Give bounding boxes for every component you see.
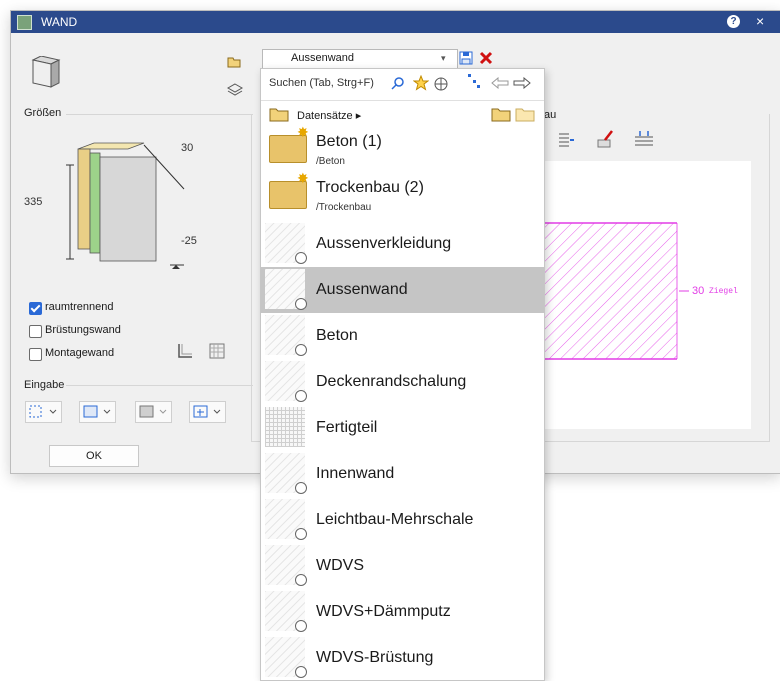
new-star-icon: ✸ bbox=[297, 124, 309, 140]
favorite-star-icon[interactable] bbox=[412, 74, 430, 91]
popup-divider bbox=[261, 100, 544, 101]
wall-type-icon bbox=[31, 55, 61, 88]
folder-icon: ✸ bbox=[269, 124, 309, 163]
list-item-label: Innenwand bbox=[316, 465, 395, 482]
globe-icon bbox=[295, 298, 307, 310]
list-item-label: Aussenwand bbox=[316, 281, 408, 298]
arrow-right-icon[interactable] bbox=[513, 76, 531, 90]
globe-icon bbox=[295, 620, 307, 632]
search-input[interactable]: Suchen (Tab, Strg+F) bbox=[269, 77, 374, 89]
globe-icon bbox=[295, 252, 307, 264]
list-item-aussenwand[interactable]: Aussenwand bbox=[261, 267, 544, 313]
tree-structure-icon[interactable] bbox=[467, 73, 481, 89]
bruestungswand-checkbox[interactable] bbox=[29, 325, 42, 338]
raumtrennend-checkbox[interactable] bbox=[29, 302, 42, 315]
list-item-label: Deckenrandschalung bbox=[316, 373, 467, 390]
folder-up-icon[interactable] bbox=[515, 106, 535, 122]
layers-icon[interactable] bbox=[226, 83, 244, 97]
folder-icon: ✸ bbox=[269, 170, 309, 209]
help-button[interactable]: ? bbox=[727, 15, 740, 28]
globe-icon bbox=[295, 344, 307, 356]
ok-button[interactable]: OK bbox=[49, 445, 139, 467]
input-mode-dropdown-4[interactable] bbox=[189, 401, 226, 423]
title-bar: WAND ? × bbox=[11, 11, 780, 33]
list-item-label: WDVS bbox=[316, 557, 364, 574]
checkbox-montagewand[interactable]: Montagewand bbox=[29, 347, 149, 361]
globe-icon bbox=[295, 574, 307, 586]
app-icon bbox=[17, 15, 32, 30]
layers-edit-icon[interactable] bbox=[633, 129, 655, 149]
eingabe-divider bbox=[66, 385, 253, 386]
list-item-label: Beton bbox=[316, 327, 358, 344]
list-item-deckenrandschalung[interactable]: Deckenrandschalung bbox=[261, 359, 544, 405]
material-thumbnail bbox=[265, 407, 305, 447]
montagewand-checkbox[interactable] bbox=[29, 348, 42, 361]
list-item-label: Fertigteil bbox=[316, 419, 378, 436]
list-item-label: WDVS+Dämmputz bbox=[316, 603, 451, 620]
folder-row-trockenbau[interactable]: ✸ Trockenbau (2) /Trockenbau bbox=[261, 170, 544, 221]
groessen-label: Größen bbox=[24, 107, 62, 119]
wall-layer-diagram bbox=[66, 141, 206, 271]
globe-icon[interactable] bbox=[433, 75, 449, 91]
checkbox-bruestungswand[interactable]: Brüstungswand bbox=[29, 324, 149, 338]
globe-icon bbox=[295, 390, 307, 402]
search-icon[interactable] bbox=[391, 76, 405, 90]
list-item-innenwand[interactable]: Innenwand bbox=[261, 451, 544, 497]
list-item-aussenverkleidung[interactable]: Aussenverkleidung bbox=[261, 221, 544, 267]
breadcrumb[interactable]: Datensätze ▸ bbox=[297, 109, 361, 122]
eingabe-label: Eingabe bbox=[24, 379, 65, 391]
list-item-label: Leichtbau-Mehrschale bbox=[316, 511, 474, 528]
list-item-label: WDVS-Brüstung bbox=[316, 649, 434, 666]
folder-name: Trockenbau (2) bbox=[316, 179, 424, 196]
paint-icon[interactable] bbox=[595, 129, 615, 149]
list-item-wdvs[interactable]: WDVS bbox=[261, 543, 544, 589]
tool-icon-1[interactable] bbox=[557, 131, 575, 149]
raumtrennend-label: raumtrennend bbox=[45, 301, 114, 313]
breadcrumb-folder-icon bbox=[269, 106, 289, 122]
list-item-leichtbau-mehrschale[interactable]: Leichtbau-Mehrschale bbox=[261, 497, 544, 543]
save-icon[interactable] bbox=[458, 50, 474, 66]
list-item-wdvs-daemmputz[interactable]: WDVS+Dämmputz bbox=[261, 589, 544, 635]
wall-type-combo[interactable]: Aussenwand ▾ bbox=[262, 49, 458, 69]
chevron-down-icon[interactable]: ▾ bbox=[441, 53, 446, 64]
input-mode-dropdown-3[interactable] bbox=[135, 401, 172, 423]
arrow-left-icon[interactable] bbox=[491, 76, 509, 90]
input-mode-dropdown-2[interactable] bbox=[79, 401, 116, 423]
folder-path: /Beton bbox=[316, 156, 345, 167]
list-item-beton[interactable]: Beton bbox=[261, 313, 544, 359]
open-folder-icon[interactable] bbox=[491, 106, 511, 122]
groessen-divider bbox=[66, 114, 253, 115]
list-item-fertigteil[interactable]: Fertigteil bbox=[261, 405, 544, 451]
wall-type-combo-value: Aussenwand bbox=[291, 52, 354, 64]
input-mode-dropdown-1[interactable] bbox=[25, 401, 62, 423]
window-title: WAND bbox=[41, 15, 78, 29]
folder-row-beton[interactable]: ✸ Beton (1) /Beton bbox=[261, 124, 544, 175]
folder-name: Beton (1) bbox=[316, 133, 382, 150]
dimension-left: 335 bbox=[24, 196, 43, 208]
list-item-label: Aussenverkleidung bbox=[316, 235, 452, 252]
wall-type-popup: Suchen (Tab, Strg+F) Datensätze ▸ ✸ Beto… bbox=[260, 68, 545, 681]
close-button[interactable]: × bbox=[756, 13, 764, 29]
material-label: Ziegel bbox=[709, 287, 738, 296]
globe-icon bbox=[295, 528, 307, 540]
corner-icon[interactable] bbox=[177, 343, 193, 359]
grid-settings-icon[interactable] bbox=[209, 343, 227, 359]
list-item-wdvs-bruestung[interactable]: WDVS-Brüstung bbox=[261, 635, 544, 680]
delete-icon[interactable] bbox=[478, 50, 494, 66]
dimension-top: 30 bbox=[181, 142, 194, 154]
globe-icon bbox=[295, 482, 307, 494]
checkbox-raumtrennend[interactable]: raumtrennend bbox=[29, 301, 149, 315]
montagewand-label: Montagewand bbox=[45, 347, 115, 359]
new-star-icon: ✸ bbox=[297, 170, 309, 186]
folder-path: /Trockenbau bbox=[316, 202, 372, 213]
globe-icon bbox=[295, 666, 307, 678]
dimension-right: -25 bbox=[181, 235, 197, 247]
bruestungswand-label: Brüstungswand bbox=[45, 324, 121, 336]
dimension-value-label: 30 bbox=[692, 285, 705, 297]
folder-open-icon[interactable] bbox=[227, 56, 243, 68]
